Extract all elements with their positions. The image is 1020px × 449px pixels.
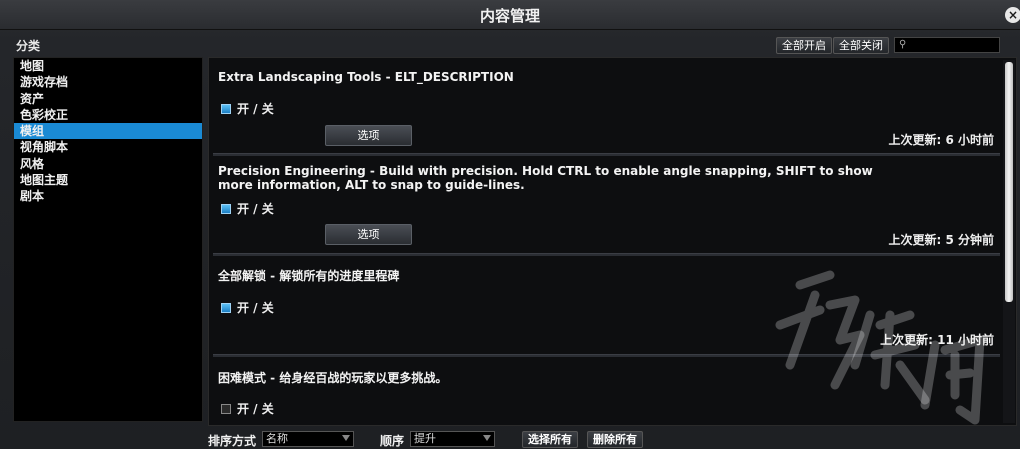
mod-name: Precision Engineering - Build with preci… <box>218 164 873 192</box>
toggle-label: 开 / 关 <box>237 301 274 315</box>
categories-label: 分类 <box>16 39 41 53</box>
content-manager-window: 内容管理 × 分类 全部开启 全部关闭 ⚲ 地图 游戏存档 资产 色彩校正 模组… <box>0 0 1020 449</box>
title-bar: 内容管理 × <box>0 0 1020 30</box>
sidebar-item-styles[interactable]: 风格 <box>14 156 202 172</box>
category-sidebar: 地图 游戏存档 资产 色彩校正 模组 视角脚本 风格 地图主题 剧本 <box>13 57 203 422</box>
scrollbar[interactable] <box>1003 60 1015 423</box>
sidebar-item-scenarios[interactable]: 剧本 <box>14 188 202 204</box>
last-updated: 上次更新: 5 分钟前 <box>888 233 994 247</box>
enable-all-button[interactable]: 全部开启 <box>776 37 832 54</box>
toggle-label: 开 / 关 <box>237 102 274 116</box>
scrollbar-thumb[interactable] <box>1005 62 1013 302</box>
select-all-button[interactable]: 选择所有 <box>522 431 578 448</box>
search-input[interactable] <box>909 39 997 51</box>
mod-toggle[interactable]: 开 / 关 <box>221 200 274 217</box>
sidebar-item-mods[interactable]: 模组 <box>14 123 202 140</box>
sidebar-item-color-correction[interactable]: 色彩校正 <box>14 107 202 123</box>
mod-name: 困难模式 - 给身经百战的玩家以更多挑战。 <box>218 371 448 385</box>
list-item: Extra Landscaping Tools - ELT_DESCRIPTIO… <box>209 58 1004 153</box>
enable-checkbox[interactable] <box>221 403 231 414</box>
window-title: 内容管理 <box>479 7 540 25</box>
disable-all-button[interactable]: 全部关闭 <box>833 37 889 54</box>
mod-toggle[interactable]: 开 / 关 <box>221 299 274 316</box>
last-updated: 上次更新: 6 小时前 <box>888 133 994 147</box>
chevron-down-icon <box>342 435 350 441</box>
close-icon[interactable]: × <box>1005 7 1020 23</box>
enable-checkbox[interactable] <box>221 103 231 114</box>
search-box[interactable]: ⚲ <box>894 37 1000 53</box>
mod-toggle[interactable]: 开 / 关 <box>221 100 274 117</box>
options-button[interactable]: 选项 <box>325 224 412 245</box>
options-button[interactable]: 选项 <box>325 125 412 146</box>
enable-checkbox[interactable] <box>221 203 231 214</box>
sort-label: 排序方式 <box>208 434 257 448</box>
mod-name: 全部解锁 - 解锁所有的进度里程碑 <box>218 269 400 283</box>
mod-name: Extra Landscaping Tools - ELT_DESCRIPTIO… <box>218 70 514 84</box>
sidebar-item-maps[interactable]: 地图 <box>14 58 202 74</box>
mod-toggle[interactable]: 开 / 关 <box>221 400 274 417</box>
last-updated: 上次更新: 11 小时前 <box>880 333 994 347</box>
toggle-label: 开 / 关 <box>237 202 274 216</box>
bottom-bar: 排序方式 名称 顺序 提升 选择所有 删除所有 <box>0 428 1020 449</box>
search-icon: ⚲ <box>899 39 907 50</box>
enable-checkbox[interactable] <box>221 302 231 313</box>
sort-value: 名称 <box>266 432 288 445</box>
sort-dropdown[interactable]: 名称 <box>262 431 354 447</box>
delete-all-button[interactable]: 删除所有 <box>587 431 643 448</box>
list-item: 全部解锁 - 解锁所有的进度里程碑 开 / 关 上次更新: 11 小时前 <box>209 256 1004 353</box>
list-item: Precision Engineering - Build with preci… <box>209 156 1004 251</box>
toggle-label: 开 / 关 <box>237 402 274 416</box>
order-value: 提升 <box>414 432 436 445</box>
mod-list: Extra Landscaping Tools - ELT_DESCRIPTIO… <box>208 57 1017 426</box>
sidebar-item-cinematic-cameras[interactable]: 视角脚本 <box>14 139 202 155</box>
sidebar-item-assets[interactable]: 资产 <box>14 91 202 107</box>
chevron-down-icon <box>483 435 491 441</box>
order-dropdown[interactable]: 提升 <box>410 431 495 447</box>
sidebar-item-savegames[interactable]: 游戏存档 <box>14 74 202 90</box>
list-item: 困难模式 - 给身经百战的玩家以更多挑战。 开 / 关 <box>209 357 1004 425</box>
order-label: 顺序 <box>380 434 405 448</box>
sidebar-item-map-themes[interactable]: 地图主题 <box>14 172 202 188</box>
